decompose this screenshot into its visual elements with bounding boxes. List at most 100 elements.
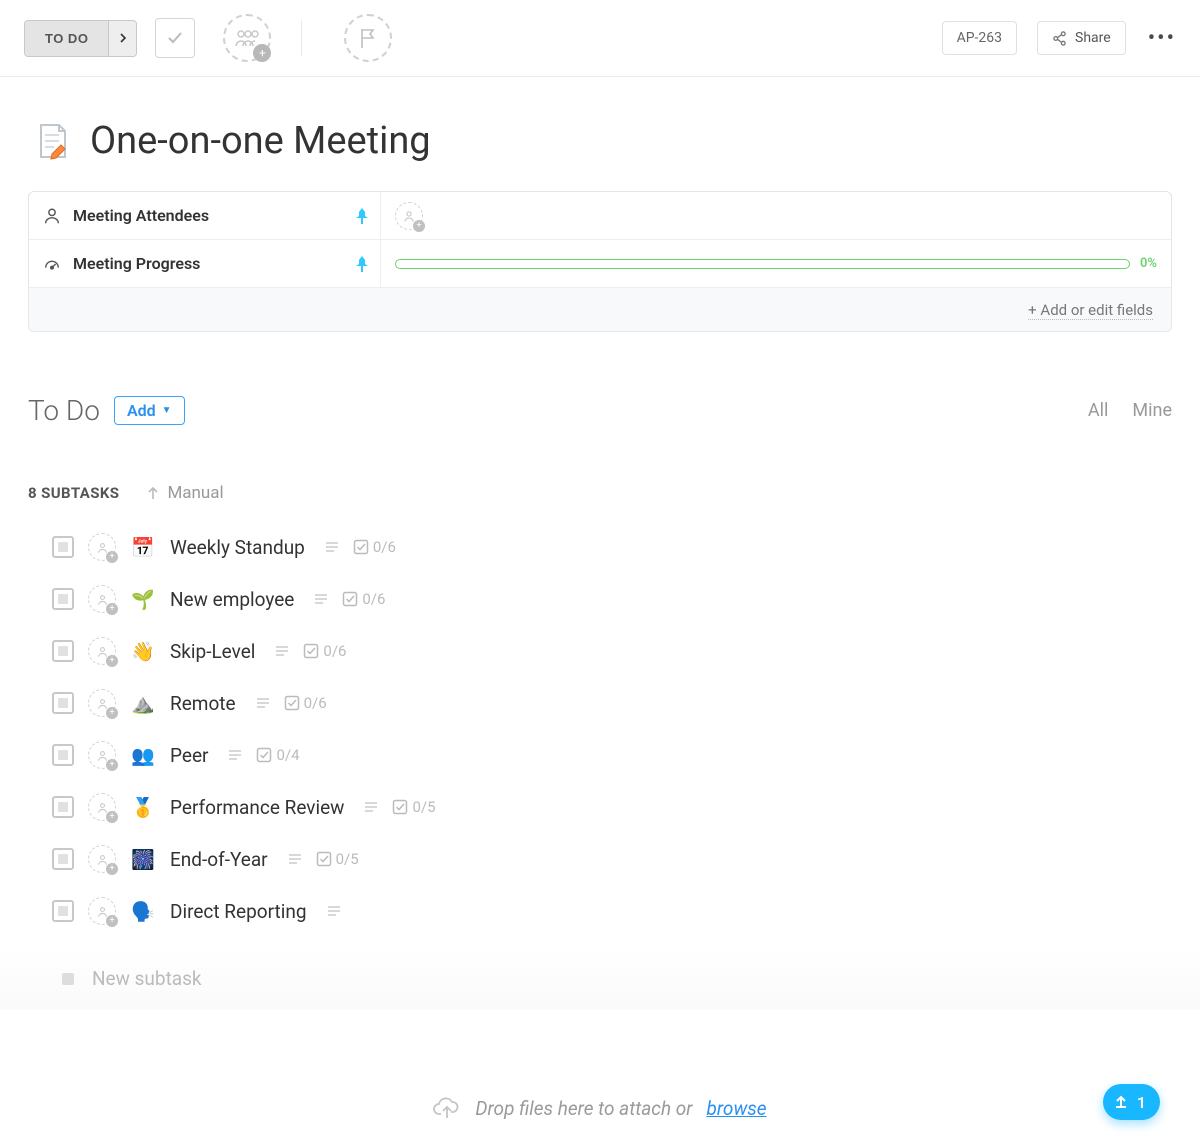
custom-fields: Meeting Attendees + Meeting Progress 0% … (28, 191, 1172, 332)
share-button[interactable]: Share (1037, 21, 1126, 55)
new-subtask-row[interactable]: New subtask (0, 947, 1200, 1010)
status-checkbox[interactable] (52, 744, 74, 766)
progress-percent: 0% (1140, 256, 1157, 271)
page-title[interactable]: One-on-one Meeting (90, 119, 431, 163)
subtask-name[interactable]: Weekly Standup (170, 536, 305, 559)
checklist-text: 0/5 (336, 850, 359, 868)
checklist-icon (303, 643, 319, 659)
subtask-name[interactable]: Skip-Level (170, 640, 255, 663)
description-icon[interactable] (314, 593, 328, 605)
gauge-icon (43, 255, 61, 273)
upload-fab[interactable]: 1 (1103, 1084, 1160, 1120)
status-checkbox[interactable] (52, 848, 74, 870)
add-attendee-button[interactable]: + (395, 202, 423, 230)
description-icon[interactable] (256, 697, 270, 709)
assign-button[interactable]: + (88, 741, 116, 769)
square-icon (60, 971, 76, 987)
status-checkbox[interactable] (52, 796, 74, 818)
person-outline-icon (96, 905, 109, 918)
subtask-name[interactable]: Remote (170, 692, 236, 715)
plus-icon: + (106, 811, 118, 823)
plus-icon: + (106, 707, 118, 719)
status-checkbox[interactable] (52, 692, 74, 714)
browse-link[interactable]: browse (707, 1097, 767, 1120)
mark-complete-button[interactable] (155, 18, 195, 58)
status-checkbox[interactable] (52, 588, 74, 610)
checklist-count: 0/6 (342, 590, 385, 608)
status-button[interactable]: TO DO (25, 21, 108, 56)
section-header: To Do Add ▼ All Mine (0, 332, 1200, 427)
attachment-dropzone[interactable]: Drop files here to attach or browse (0, 1076, 1200, 1142)
assign-button[interactable]: + (88, 533, 116, 561)
subtask-name[interactable]: Direct Reporting (170, 900, 307, 923)
description-icon[interactable] (327, 905, 341, 917)
progress-label-text: Meeting Progress (73, 254, 200, 273)
subtask-row[interactable]: + 👥 Peer 0/4 (28, 729, 1172, 781)
upload-icon (1113, 1094, 1129, 1110)
pin-icon[interactable] (356, 208, 368, 224)
description-icon[interactable] (364, 801, 378, 813)
subtask-emoji: 🥇 (130, 796, 156, 819)
description-icon[interactable] (275, 645, 289, 657)
status-checkbox[interactable] (52, 536, 74, 558)
checklist-icon (353, 539, 369, 555)
section-title: To Do (28, 394, 100, 427)
assign-button[interactable]: + (88, 585, 116, 613)
task-id-chip[interactable]: AP-263 (942, 21, 1017, 55)
checklist-text: 0/6 (304, 694, 327, 712)
add-label: Add (127, 401, 156, 420)
assign-button[interactable]: + (88, 845, 116, 873)
subtask-name[interactable]: Peer (170, 744, 208, 767)
plus-icon: + (106, 655, 118, 667)
assignees-button[interactable]: + (223, 14, 271, 62)
caret-right-icon (118, 33, 128, 43)
doc-edit-icon (36, 123, 72, 159)
add-dropdown-button[interactable]: Add ▼ (114, 396, 185, 425)
filter-all[interactable]: All (1088, 400, 1109, 421)
subtask-row[interactable]: + ⛰️ Remote 0/6 (28, 677, 1172, 729)
filter-mine[interactable]: Mine (1132, 400, 1172, 421)
field-value-attendees[interactable]: + (381, 192, 1171, 239)
subtask-name[interactable]: New employee (170, 588, 294, 611)
checklist-count: 0/5 (392, 798, 435, 816)
subtask-row[interactable]: + 🗣️ Direct Reporting (28, 885, 1172, 937)
description-icon[interactable] (325, 541, 339, 553)
pin-icon[interactable] (356, 256, 368, 272)
status-checkbox[interactable] (52, 640, 74, 662)
upload-count: 1 (1137, 1093, 1146, 1112)
assign-button[interactable]: + (88, 689, 116, 717)
subtask-row[interactable]: + 🎆 End-of-Year 0/5 (28, 833, 1172, 885)
more-menu-button[interactable]: ••• (1148, 26, 1176, 51)
status-checkbox[interactable] (52, 900, 74, 922)
subtask-row[interactable]: + 📅 Weekly Standup 0/6 (28, 521, 1172, 573)
status-next-button[interactable] (108, 21, 136, 56)
person-outline-icon (96, 541, 109, 554)
assign-button[interactable]: + (88, 637, 116, 665)
cloud-upload-icon (433, 1096, 461, 1120)
field-row-progress: Meeting Progress 0% (29, 240, 1171, 288)
checklist-icon (392, 799, 408, 815)
subtask-name[interactable]: End-of-Year (170, 848, 268, 871)
assign-button[interactable]: + (88, 793, 116, 821)
dropzone-text: Drop files here to attach or (475, 1097, 692, 1120)
priority-button[interactable] (344, 14, 392, 62)
filter-tabs: All Mine (1088, 400, 1172, 421)
description-icon[interactable] (228, 749, 242, 761)
subtask-row[interactable]: + 👋 Skip-Level 0/6 (28, 625, 1172, 677)
subtask-emoji: 📅 (130, 536, 156, 559)
sort-button[interactable]: Manual (147, 483, 223, 503)
checklist-text: 0/6 (323, 642, 346, 660)
person-outline-icon (96, 697, 109, 710)
assign-button[interactable]: + (88, 897, 116, 925)
progress-bar[interactable] (395, 259, 1130, 269)
subtask-row[interactable]: + 🥇 Performance Review 0/5 (28, 781, 1172, 833)
subtask-emoji: 👥 (130, 744, 156, 767)
field-value-progress[interactable]: 0% (381, 240, 1171, 287)
plus-icon: + (106, 603, 118, 615)
subtask-name[interactable]: Performance Review (170, 796, 344, 819)
add-edit-fields-button[interactable]: + Add or edit fields (1028, 301, 1153, 320)
description-icon[interactable] (288, 853, 302, 865)
check-icon (165, 28, 185, 48)
subtask-emoji: 🗣️ (130, 900, 156, 923)
subtask-row[interactable]: + 🌱 New employee 0/6 (28, 573, 1172, 625)
